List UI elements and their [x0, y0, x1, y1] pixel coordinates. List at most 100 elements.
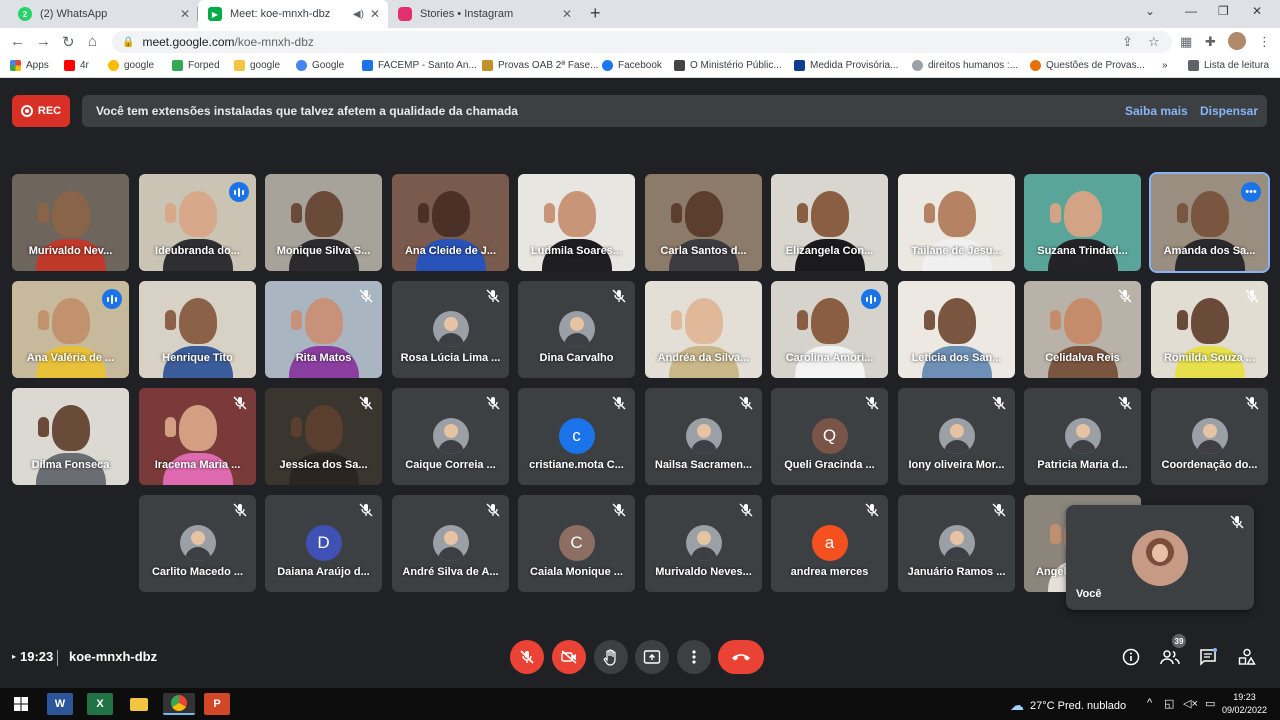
maximize-icon[interactable]: ❐: [1218, 4, 1229, 18]
word-icon[interactable]: W: [47, 693, 73, 715]
back-icon[interactable]: ←: [10, 33, 25, 50]
activities-button[interactable]: [1235, 645, 1259, 669]
bookmark-facemp[interactable]: FACEMP - Santo An...: [362, 60, 477, 71]
reload-icon[interactable]: ↻: [62, 33, 75, 51]
bookmark-provas-oab[interactable]: Provas OAB 2ª Fase...: [482, 60, 598, 71]
bookmarks-overflow-icon[interactable]: »: [1162, 60, 1168, 71]
bookmark-questoes[interactable]: Questões de Provas...: [1030, 60, 1145, 71]
grid-extension-icon[interactable]: ▦: [1180, 34, 1192, 50]
forward-icon[interactable]: →: [36, 33, 51, 50]
bookmark-apps[interactable]: Apps: [10, 60, 49, 71]
participant-tile[interactable]: Leticia dos San...: [898, 281, 1015, 378]
camera-toggle-button[interactable]: [552, 640, 586, 674]
tab-search-icon[interactable]: ⌄: [1145, 4, 1155, 18]
bookmark-google-folder[interactable]: google: [234, 60, 280, 71]
weather-widget[interactable]: ☁ 27°C Pred. nublado: [1010, 697, 1126, 714]
tab-whatsapp[interactable]: 2 (2) WhatsApp ✕: [8, 0, 198, 28]
extensions-puzzle-icon[interactable]: ✚: [1205, 34, 1216, 50]
participant-tile[interactable]: C Caiala Monique ...: [518, 495, 635, 592]
participant-tile[interactable]: Murivaldo Nev...: [12, 174, 129, 271]
participant-tile[interactable]: Caique Correia ...: [392, 388, 509, 485]
participant-tile[interactable]: ••• Amanda dos Sa...: [1149, 172, 1270, 273]
participant-tile[interactable]: Ana Valéria de ...: [12, 281, 129, 378]
bookmark-ministerio-publico[interactable]: O Ministério Públic...: [674, 60, 782, 71]
participant-tile[interactable]: Ludmila Soares...: [518, 174, 635, 271]
profile-avatar[interactable]: [1228, 32, 1246, 50]
bookmark-facebook[interactable]: Facebook: [602, 60, 662, 71]
participant-tile[interactable]: D Daiana Araújo d...: [265, 495, 382, 592]
url-input[interactable]: 🔒 meet.google.com /koe-mnxh-dbz: [112, 31, 1172, 53]
leave-call-button[interactable]: [718, 640, 764, 674]
participant-tile[interactable]: Iracema Maria ...: [139, 388, 256, 485]
powerpoint-icon[interactable]: P: [204, 693, 230, 715]
participant-tile[interactable]: André Silva de A...: [392, 495, 509, 592]
bookmark-google-2[interactable]: Google: [296, 60, 344, 71]
windows-start-icon[interactable]: [8, 693, 34, 715]
bookmark-star-icon[interactable]: ☆: [1148, 34, 1160, 50]
bookmark-forped[interactable]: Forped: [172, 60, 220, 71]
participant-tile[interactable]: Elizangela Con...: [771, 174, 888, 271]
participant-tile[interactable]: Henrique Tito: [139, 281, 256, 378]
learn-more-link[interactable]: Saiba mais: [1125, 104, 1188, 118]
participant-tile[interactable]: Rita Matos: [265, 281, 382, 378]
participant-tile[interactable]: Nailsa Sacramen...: [645, 388, 762, 485]
participant-tile[interactable]: Monique Silva S...: [265, 174, 382, 271]
mic-toggle-button[interactable]: [510, 640, 544, 674]
chrome-icon[interactable]: [163, 693, 195, 715]
volume-muted-icon[interactable]: ◁×: [1183, 697, 1198, 710]
participant-tile[interactable]: Tailane de Jesu...: [898, 174, 1015, 271]
participant-tile[interactable]: Murivaldo Neves...: [645, 495, 762, 592]
people-button[interactable]: [1158, 645, 1182, 669]
participant-tile[interactable]: Jessica dos Sa...: [265, 388, 382, 485]
close-icon[interactable]: ✕: [370, 7, 380, 21]
more-options-icon[interactable]: •••: [1241, 182, 1261, 202]
menu-dots-icon[interactable]: ⋮: [1258, 34, 1271, 50]
present-screen-button[interactable]: [635, 640, 669, 674]
minimize-icon[interactable]: —: [1185, 4, 1197, 18]
chat-button[interactable]: [1196, 645, 1220, 669]
participant-tile[interactable]: Iony oliveira Mor...: [898, 388, 1015, 485]
raise-hand-button[interactable]: [594, 640, 628, 674]
participant-tile[interactable]: Celidalva Reis: [1024, 281, 1141, 378]
expand-caret-icon[interactable]: ▸: [12, 652, 16, 661]
participant-tile[interactable]: Coordenação do...: [1151, 388, 1268, 485]
participant-tile[interactable]: Suzana Trindad...: [1024, 174, 1141, 271]
close-icon[interactable]: ✕: [562, 7, 572, 21]
participant-tile[interactable]: Andréa da Silva...: [645, 281, 762, 378]
participant-tile[interactable]: Q Queli Gracinda ...: [771, 388, 888, 485]
bookmark-direitos-humanos[interactable]: direitos humanos :...: [912, 60, 1018, 71]
network-icon[interactable]: ◱: [1164, 697, 1174, 710]
participant-tile[interactable]: Ana Cleide de J...: [392, 174, 509, 271]
home-icon[interactable]: ⌂: [88, 33, 97, 50]
self-view[interactable]: Você: [1066, 505, 1254, 610]
participant-tile[interactable]: Januário Ramos ...: [898, 495, 1015, 592]
participant-tile[interactable]: Ideubranda do...: [139, 174, 256, 271]
participant-tile[interactable]: Patricia Maria d...: [1024, 388, 1141, 485]
more-options-button[interactable]: [677, 640, 711, 674]
taskbar-clock[interactable]: 19:23 09/02/2022: [1222, 691, 1267, 717]
meeting-details-button[interactable]: [1119, 645, 1143, 669]
bookmark-google-1[interactable]: google: [108, 60, 154, 71]
participant-tile[interactable]: Carla Santos d...: [645, 174, 762, 271]
share-icon[interactable]: ⇪: [1122, 34, 1133, 50]
participant-tile[interactable]: c cristiane.mota C...: [518, 388, 635, 485]
dismiss-button[interactable]: Dispensar: [1200, 104, 1258, 118]
participant-tile[interactable]: Dilma Fonseca: [12, 388, 129, 485]
window-close-icon[interactable]: ✕: [1252, 4, 1262, 18]
tab-instagram[interactable]: Stories • Instagram ✕: [388, 0, 580, 28]
speaker-icon[interactable]: ◀): [353, 9, 364, 20]
excel-icon[interactable]: X: [87, 693, 113, 715]
tab-meet[interactable]: ▶ Meet: koe-mnxh-dbz ◀) ✕: [198, 0, 388, 28]
participant-tile[interactable]: Dina Carvalho: [518, 281, 635, 378]
participant-tile[interactable]: Carolina Amori...: [771, 281, 888, 378]
bookmark-medida-provisoria[interactable]: Medida Provisória...: [794, 60, 898, 71]
participant-tile[interactable]: Carlito Macedo ...: [139, 495, 256, 592]
bookmark-4r[interactable]: 4r: [64, 60, 89, 71]
close-icon[interactable]: ✕: [180, 7, 190, 21]
participant-tile[interactable]: Romilda Souza ...: [1151, 281, 1268, 378]
battery-icon[interactable]: ▭: [1205, 697, 1215, 710]
reading-list[interactable]: Lista de leitura: [1188, 60, 1269, 71]
new-tab-button[interactable]: +: [590, 3, 601, 24]
tray-chevron-icon[interactable]: ^: [1147, 697, 1152, 709]
file-explorer-icon[interactable]: [126, 693, 152, 715]
